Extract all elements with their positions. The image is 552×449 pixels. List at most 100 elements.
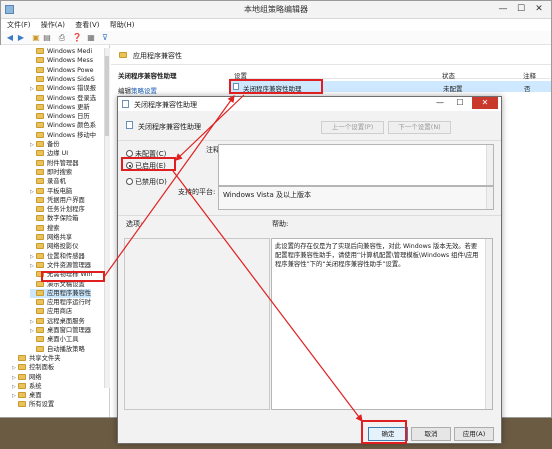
window-title: 本地组策略编辑器 <box>244 5 308 14</box>
tree-item[interactable]: 凭据用户界面 <box>30 196 85 205</box>
tree-item[interactable]: 桌面小工具 <box>30 335 78 344</box>
show-tree-icon[interactable]: ▣ <box>31 33 41 43</box>
close-button[interactable]: ✕ <box>531 3 547 15</box>
tree-item[interactable]: 附件管理器 <box>30 159 78 168</box>
maximize-button[interactable]: ☐ <box>513 3 529 15</box>
forward-icon[interactable]: ▶ <box>16 33 26 43</box>
folder-icon <box>36 122 44 129</box>
tree-item-label: Windows Powe <box>47 66 94 74</box>
folder-icon <box>36 243 44 250</box>
tree-item[interactable]: 自动播放策略 <box>30 345 85 354</box>
tree-item[interactable]: 边缘 UI <box>30 149 68 158</box>
folder-icon <box>36 215 44 222</box>
tree-item-label: Windows 登录选 <box>47 94 97 102</box>
tree-item[interactable]: 应用程序兼容性 <box>30 288 92 299</box>
setting-row-note: 否 <box>524 85 531 93</box>
folder-icon <box>36 85 44 92</box>
tree-item[interactable]: Windows 日历 <box>30 112 90 121</box>
tree-item[interactable]: 任务计划程序 <box>30 205 85 214</box>
folder-icon <box>36 299 44 306</box>
section-header: 应用程序兼容性 <box>111 45 551 65</box>
supported-label: 支持的平台: <box>178 188 216 196</box>
tree-item[interactable]: 数字保险箱 <box>30 214 78 223</box>
tree-item[interactable]: ▷ 桌面窗口管理器 <box>30 326 91 335</box>
tree-item[interactable]: ▷ 远程桌面服务 <box>30 317 85 326</box>
tree-item[interactable]: 所有设置 <box>12 400 54 409</box>
apply-button[interactable]: 应用(A) <box>454 427 494 441</box>
tree-pane: Windows Medi Windows Mess Windows Powe Wind… <box>0 45 110 417</box>
menu-view[interactable]: 查看(V) <box>75 19 99 31</box>
tree-item[interactable]: ▷ 位置和传感器 <box>30 252 85 261</box>
tree-item[interactable]: ▷ 文件资源管理器 <box>30 261 91 270</box>
tree-item[interactable]: 即时搜索 <box>30 168 72 177</box>
menu-file[interactable]: 文件(F) <box>7 19 31 31</box>
folder-icon <box>36 261 44 268</box>
dialog-maximize-button[interactable]: ☐ <box>453 97 467 109</box>
tree-item-label: 远程桌面服务 <box>47 317 85 325</box>
tree-item[interactable]: 应用程序运行时 <box>30 298 91 307</box>
tree-item-label: 凭据用户界面 <box>47 196 85 204</box>
highlight-setting-row <box>229 79 323 94</box>
tree-item[interactable]: 搜索 <box>30 224 60 233</box>
column-state[interactable]: 状态 <box>442 70 455 80</box>
tree-item[interactable]: Windows SideS <box>30 75 95 84</box>
tree-item[interactable]: 网络投影仪 <box>30 242 78 251</box>
tree-item-label: 控制面板 <box>29 364 55 372</box>
folder-icon <box>18 392 26 399</box>
description-title: 关闭程序兼容性助理 <box>118 72 177 80</box>
tree-item-label: Windows 颜色系 <box>47 122 97 130</box>
list-icon[interactable]: ▤ <box>42 33 52 43</box>
prev-setting-button[interactable]: 上一个设置(P) <box>321 121 384 134</box>
tree-item[interactable]: ▷ 平板电脑 <box>30 187 72 196</box>
description-pane: 关闭程序兼容性助理 编辑策略设置 <box>118 70 228 95</box>
highlight-ok-button <box>361 420 407 444</box>
tree-item[interactable]: Windows Powe <box>30 66 94 75</box>
folder-icon <box>36 75 44 82</box>
filter-icon[interactable]: ⊽ <box>100 33 110 43</box>
back-icon[interactable]: ◀ <box>5 33 15 43</box>
minimize-button[interactable]: — <box>495 3 511 15</box>
tree-item[interactable]: 共享文件夹 <box>12 354 60 363</box>
tree-item[interactable]: Windows Medi <box>30 47 92 56</box>
export-icon[interactable]: ⎙ <box>57 33 67 43</box>
tree-item[interactable]: ▷ 网络 <box>12 373 42 382</box>
folder-icon <box>36 234 44 240</box>
dialog-close-button[interactable]: ✕ <box>472 97 498 109</box>
tree-item[interactable]: Windows Mess <box>30 56 93 65</box>
tree-item[interactable]: ▷ 控制面板 <box>12 363 54 372</box>
supported-value: Windows Vista 及以上版本 <box>223 191 311 199</box>
tree-item[interactable]: Windows 移动中 <box>30 131 96 140</box>
edit-prefix: 编辑 <box>118 87 131 95</box>
tree-item[interactable]: ▷ 系统 <box>12 382 42 391</box>
tree-item[interactable]: 应用商店 <box>30 307 72 316</box>
menu-help[interactable]: 帮助(H) <box>110 19 135 31</box>
tree-item[interactable]: ▷ Windows 错误报 <box>30 84 96 93</box>
radio-disabled[interactable]: 已禁用(D) <box>126 177 167 187</box>
tree-item[interactable]: ▷ 桌面 <box>12 391 42 400</box>
options-label: 选项: <box>126 220 143 228</box>
folder-icon <box>18 373 26 380</box>
comment-box[interactable] <box>218 144 494 186</box>
folder-icon <box>36 94 44 101</box>
tree-item[interactable]: Windows 颜色系 <box>30 121 96 130</box>
highlight-tree-item <box>41 271 105 282</box>
tree-item[interactable]: 网络共享 <box>30 233 72 242</box>
edit-policy-link[interactable]: 策略设置 <box>131 87 157 95</box>
tree-item-label: 应用程序运行时 <box>47 299 92 307</box>
properties-icon[interactable]: ▦ <box>86 33 96 43</box>
dialog-minimize-button[interactable]: — <box>433 97 447 109</box>
cancel-button[interactable]: 取消 <box>411 427 451 441</box>
tree-item[interactable]: Windows 更新 <box>30 103 90 112</box>
folder-icon <box>36 103 44 110</box>
tree-scrollbar-thumb[interactable] <box>105 56 109 136</box>
tree-item[interactable]: 录音机 <box>30 177 66 186</box>
dialog-title: 关闭程序兼容性助理 <box>134 101 197 109</box>
next-setting-button[interactable]: 下一个设置(N) <box>388 121 451 134</box>
folder-icon <box>36 178 44 185</box>
tree-item[interactable]: ▷ 备份 <box>30 140 60 149</box>
column-note[interactable]: 注释 <box>523 70 536 80</box>
menu-action[interactable]: 操作(A) <box>41 19 65 31</box>
help-icon[interactable]: ❓ <box>72 33 82 43</box>
supported-box: Windows Vista 及以上版本 <box>218 186 494 210</box>
tree-item[interactable]: Windows 登录选 <box>30 94 96 103</box>
